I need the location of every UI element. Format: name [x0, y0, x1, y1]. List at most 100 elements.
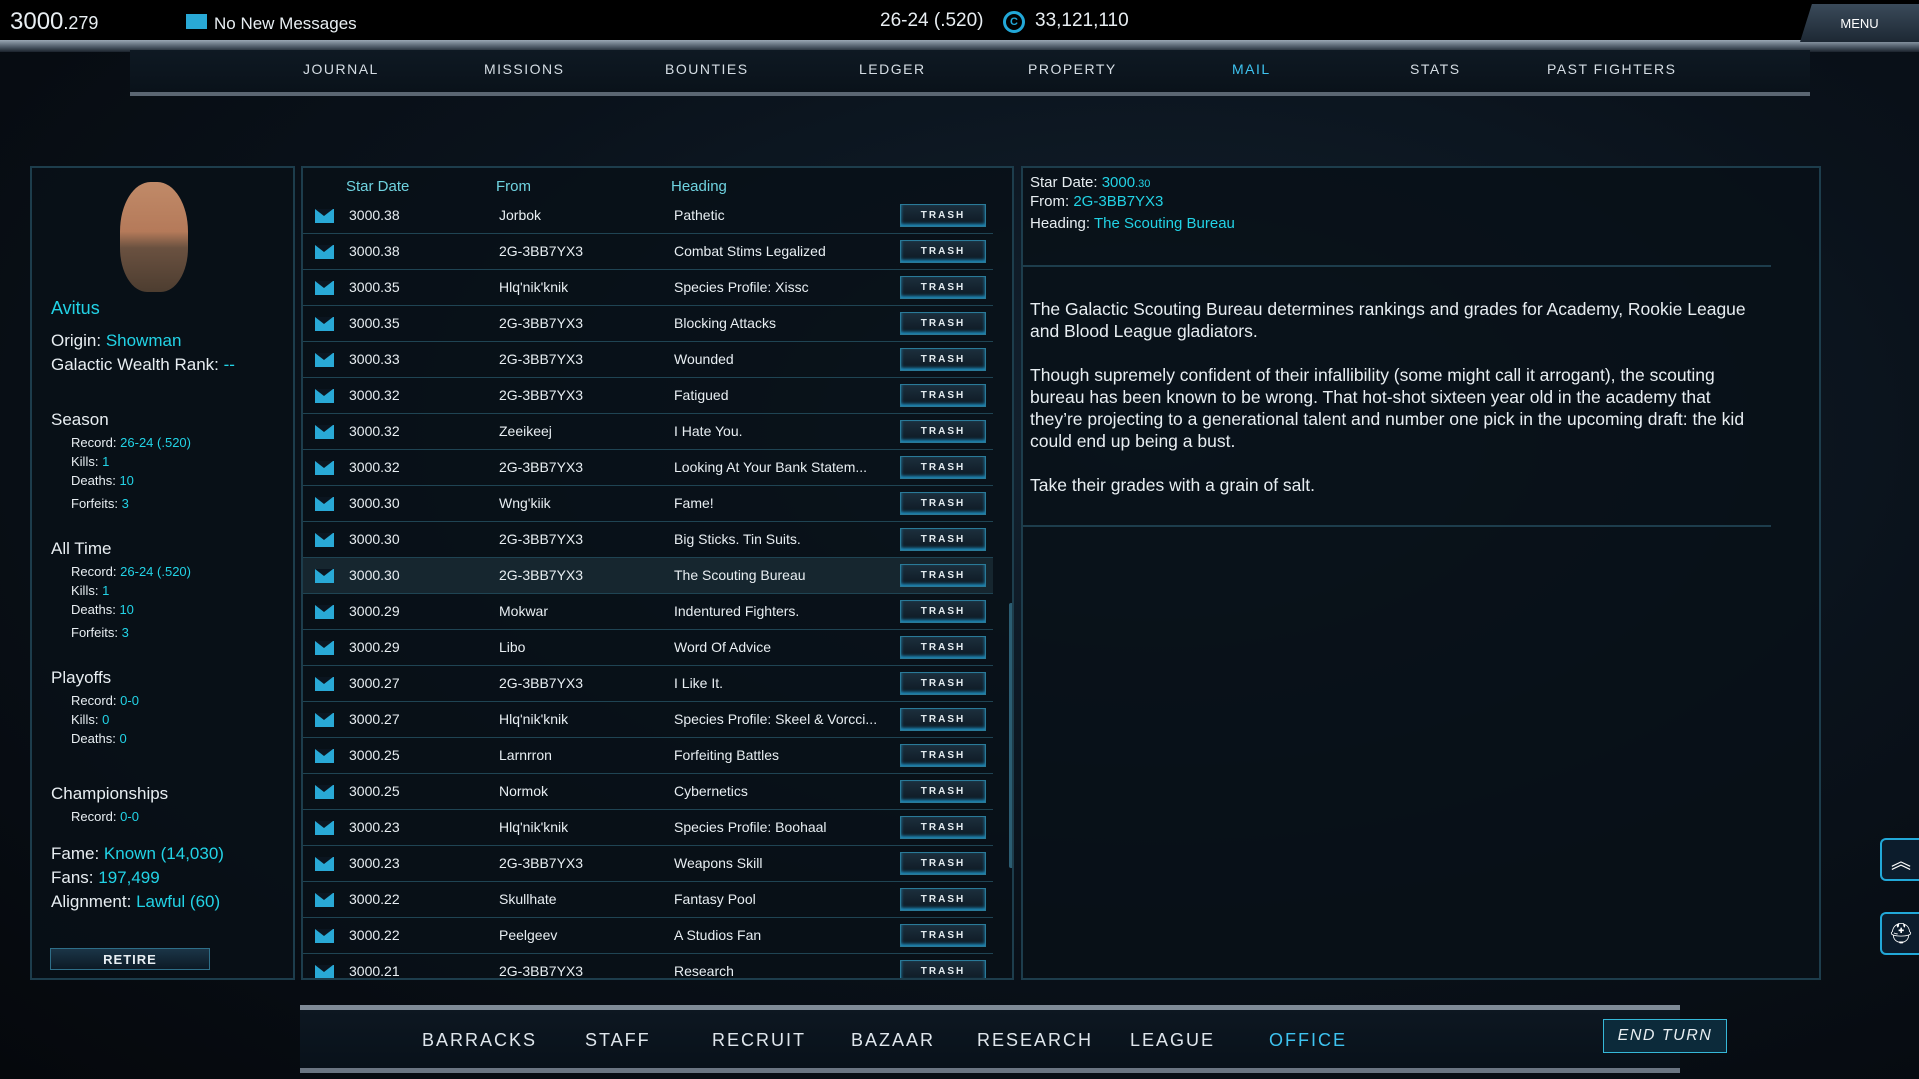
mail-row[interactable]: 3000.30 2G-3BB7YX3 The Scouting Bureau TRAS…: [303, 558, 993, 594]
mail-date: 3000.22: [349, 891, 400, 907]
envelope-icon: [315, 965, 334, 978]
mail-row[interactable]: 3000.32 2G-3BB7YX3 Looking At Your Bank St…: [303, 450, 993, 486]
trash-button[interactable]: TRASH: [900, 384, 986, 407]
retire-button[interactable]: RETIRE: [50, 948, 210, 970]
playoffs-kills: Kills: 0: [71, 712, 110, 727]
nav-stats[interactable]: STATS: [1410, 61, 1461, 77]
season-kills: Kills: 1: [71, 454, 110, 469]
mail-row[interactable]: 3000.32 Zeeikeej I Hate You. TRASH: [303, 414, 993, 450]
trash-button[interactable]: TRASH: [900, 492, 986, 515]
mail-row[interactable]: 3000.38 Jorbok Pathetic TRASH: [303, 198, 993, 234]
tab-barracks[interactable]: BARRACKS: [422, 1030, 537, 1051]
trash-button[interactable]: TRASH: [900, 204, 986, 227]
alignment: Alignment: Lawful (60): [51, 892, 221, 911]
trash-button[interactable]: TRASH: [900, 276, 986, 299]
trash-button[interactable]: TRASH: [900, 312, 986, 335]
trash-button[interactable]: TRASH: [900, 744, 986, 767]
tab-staff[interactable]: STAFF: [585, 1030, 651, 1051]
menu-button[interactable]: MENU: [1800, 4, 1919, 42]
envelope-icon: [315, 749, 334, 763]
mail-row[interactable]: 3000.35 2G-3BB7YX3 Blocking Attacks TRASH: [303, 306, 993, 342]
mail-date: 3000.35: [349, 279, 400, 295]
mail-from: 2G-3BB7YX3: [499, 459, 584, 475]
mail-row[interactable]: 3000.27 2G-3BB7YX3 I Like It. TRASH: [303, 666, 993, 702]
trash-button[interactable]: TRASH: [900, 816, 986, 839]
mail-row[interactable]: 3000.35 Hlq'nik'knik Species Profile: Xiss…: [303, 270, 993, 306]
fighter-panel: Avitus Origin: Showman Galactic Wealth R…: [30, 166, 295, 980]
mail-row[interactable]: 3000.32 2G-3BB7YX3 Fatigued TRASH: [303, 378, 993, 414]
col-star-date[interactable]: Star Date: [346, 178, 409, 195]
trash-button[interactable]: TRASH: [900, 420, 986, 443]
trash-button[interactable]: TRASH: [900, 888, 986, 911]
trash-button[interactable]: TRASH: [900, 852, 986, 875]
divider: [1023, 525, 1771, 527]
mail-row[interactable]: 3000.29 Mokwar Indentured Fighters. TRASH: [303, 594, 993, 630]
trash-button[interactable]: TRASH: [900, 240, 986, 263]
nav-past-fighters[interactable]: PAST FIGHTERS: [1547, 61, 1676, 77]
mail-row[interactable]: 3000.27 Hlq'nik'knik Species Profile: Skee…: [303, 702, 993, 738]
envelope-icon: [315, 389, 334, 403]
mail-detail: Star Date: 3000.30 From: 2G-3BB7YX3 Head…: [1021, 166, 1821, 980]
trash-button[interactable]: TRASH: [900, 672, 986, 695]
mail-row[interactable]: 3000.38 2G-3BB7YX3 Combat Stims Legalized T…: [303, 234, 993, 270]
spartan-helmet-icon[interactable]: ⛑: [1880, 912, 1919, 955]
messages-status[interactable]: No New Messages: [214, 14, 357, 34]
rank-chevrons-icon[interactable]: ︽: [1880, 838, 1919, 881]
mail-icon[interactable]: [186, 14, 207, 29]
mail-from: Wng'kiik: [499, 495, 551, 511]
mail-row[interactable]: 3000.22 Skullhate Fantasy Pool TRASH: [303, 882, 993, 918]
mail-date: 3000.38: [349, 207, 400, 223]
nav-mail[interactable]: MAIL: [1232, 61, 1271, 77]
mail-row[interactable]: 3000.25 Normok Cybernetics TRASH: [303, 774, 993, 810]
tab-office[interactable]: OFFICE: [1269, 1030, 1347, 1051]
mail-row[interactable]: 3000.30 2G-3BB7YX3 Big Sticks. Tin Suits. T…: [303, 522, 993, 558]
mail-row[interactable]: 3000.23 2G-3BB7YX3 Weapons Skill TRASH: [303, 846, 993, 882]
mail-row[interactable]: 3000.30 Wng'kiik Fame! TRASH: [303, 486, 993, 522]
mail-heading: Fame!: [674, 495, 714, 511]
mail-from: 2G-3BB7YX3: [499, 675, 584, 691]
nav-missions[interactable]: MISSIONS: [484, 61, 564, 77]
tab-research[interactable]: RESEARCH: [977, 1030, 1093, 1051]
mail-heading: Blocking Attacks: [674, 315, 776, 331]
end-turn-button[interactable]: END TURN: [1603, 1019, 1727, 1053]
mail-row[interactable]: 3000.21 2G-3BB7YX3 Research TRASH: [303, 954, 993, 979]
mail-row[interactable]: 3000.23 Hlq'nik'knik Species Profile: Booh…: [303, 810, 993, 846]
wealth-rank: Galactic Wealth Rank: --: [51, 355, 235, 374]
mail-heading: I Like It.: [674, 675, 724, 691]
scrollbar[interactable]: [1009, 603, 1012, 868]
mail-from: 2G-3BB7YX3: [499, 963, 584, 979]
envelope-icon: [315, 425, 334, 439]
star-date: 3000.279: [10, 8, 99, 35]
trash-button[interactable]: TRASH: [900, 636, 986, 659]
mail-date: 3000.25: [349, 783, 400, 799]
mail-heading: Species Profile: Xissc: [674, 279, 809, 295]
nav-bounties[interactable]: BOUNTIES: [665, 61, 749, 77]
tab-recruit[interactable]: RECRUIT: [712, 1030, 806, 1051]
mail-from: Jorbok: [499, 207, 542, 223]
trash-button[interactable]: TRASH: [900, 600, 986, 623]
trash-button[interactable]: TRASH: [900, 708, 986, 731]
mail-heading: Research: [674, 963, 734, 979]
col-heading[interactable]: Heading: [671, 178, 727, 195]
tab-league[interactable]: LEAGUE: [1130, 1030, 1215, 1051]
mail-row[interactable]: 3000.29 Libo Word Of Advice TRASH: [303, 630, 993, 666]
trash-button[interactable]: TRASH: [900, 456, 986, 479]
mail-heading: Word Of Advice: [674, 639, 772, 655]
nav-property[interactable]: PROPERTY: [1028, 61, 1117, 77]
mail-row[interactable]: 3000.25 Larnrron Forfeiting Battles TRASH: [303, 738, 993, 774]
mail-row[interactable]: 3000.22 Peelgeev A Studios Fan TRASH: [303, 918, 993, 954]
trash-button[interactable]: TRASH: [900, 960, 986, 978]
trash-button[interactable]: TRASH: [900, 564, 986, 587]
nav-ledger[interactable]: LEDGER: [859, 61, 926, 77]
tab-bazaar[interactable]: BAZAAR: [851, 1030, 935, 1051]
nav-journal[interactable]: JOURNAL: [303, 61, 379, 77]
alltime-title: All Time: [51, 539, 112, 558]
col-from[interactable]: From: [496, 178, 531, 195]
mail-heading: Cybernetics: [674, 783, 748, 799]
mail-row[interactable]: 3000.33 2G-3BB7YX3 Wounded TRASH: [303, 342, 993, 378]
trash-button[interactable]: TRASH: [900, 348, 986, 371]
trash-button[interactable]: TRASH: [900, 528, 986, 551]
trash-button[interactable]: TRASH: [900, 924, 986, 947]
envelope-icon: [315, 533, 334, 547]
trash-button[interactable]: TRASH: [900, 780, 986, 803]
